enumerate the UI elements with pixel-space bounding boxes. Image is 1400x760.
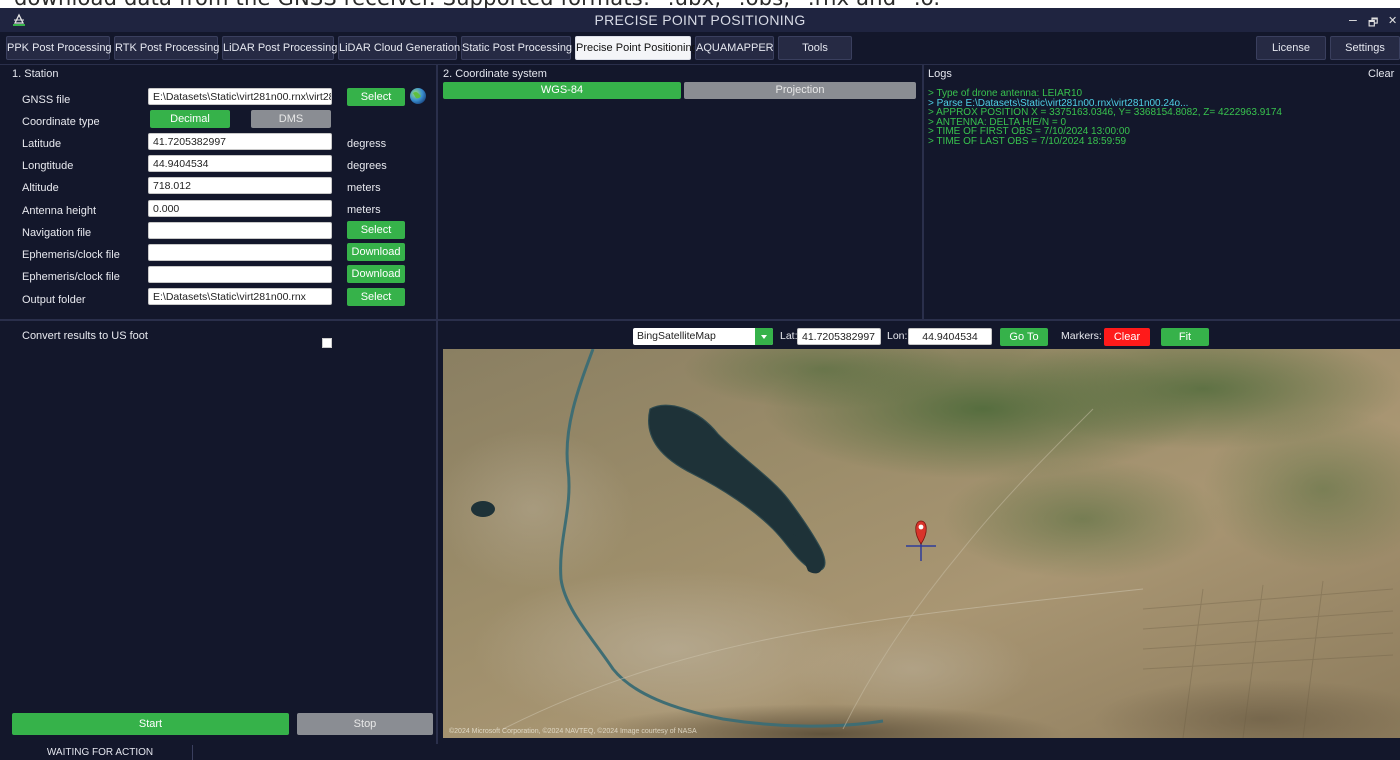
dms-toggle[interactable]: DMS (251, 110, 331, 128)
markers-label: Markers: (1061, 330, 1102, 342)
lon-label: Lon: (887, 330, 908, 342)
latitude-field[interactable]: 41.7205382997 (148, 133, 332, 150)
station-panel-title: 1. Station (12, 68, 59, 80)
coordinate-type-label: Coordinate type (22, 116, 100, 128)
map-provider-value: BingSatelliteMap (637, 330, 716, 342)
title-bar: PRECISE POINT POSITIONING – 🗗 ✕ (0, 8, 1400, 32)
map-lon-field[interactable]: 44.9404534 (908, 328, 992, 345)
gnss-file-select-button[interactable]: Select (347, 88, 405, 106)
longitude-label: Longtitude (22, 160, 74, 172)
vertical-divider-right (922, 64, 924, 320)
ephemeris-download-button-2[interactable]: Download (347, 265, 405, 283)
antenna-height-unit: meters (347, 204, 381, 216)
altitude-unit: meters (347, 182, 381, 194)
gnss-file-field[interactable]: E:\Datasets\Static\virt281n00.rnx\virt28… (148, 88, 332, 105)
start-button[interactable]: Start (12, 713, 289, 735)
tab-separator (0, 64, 1400, 65)
projection-toggle[interactable]: Projection (684, 82, 916, 99)
map-lat-field[interactable]: 41.7205382997 (797, 328, 881, 345)
lat-label: Lat: (780, 330, 798, 342)
ephemeris-file-field-2[interactable] (148, 266, 332, 283)
output-folder-field[interactable]: E:\Datasets\Static\virt281n00.rnx (148, 288, 332, 305)
logs-clear-button[interactable]: Clear (1368, 68, 1394, 80)
minimize-button[interactable]: – (1349, 11, 1357, 27)
output-folder-select-button[interactable]: Select (347, 288, 405, 306)
decimal-toggle[interactable]: Decimal (150, 110, 230, 128)
tab-settings[interactable]: Settings (1330, 36, 1400, 60)
vertical-divider-left (436, 64, 438, 744)
map-provider-dropdown[interactable]: BingSatelliteMap (633, 328, 773, 345)
convert-us-foot-label: Convert results to US foot (22, 330, 148, 342)
logs-title: Logs (928, 68, 952, 80)
chevron-down-icon[interactable] (755, 328, 773, 345)
navigation-file-select-button[interactable]: Select (347, 221, 405, 239)
tab-lidar-post-processing[interactable]: LiDAR Post Processing (222, 36, 337, 60)
go-to-button[interactable]: Go To (1000, 328, 1048, 346)
antenna-height-label: Antenna height (22, 205, 97, 217)
horizontal-divider (0, 319, 1400, 321)
map-attribution: ©2024 Microsoft Corporation, ©2024 NAVTE… (449, 727, 697, 735)
tab-lidar-cloud-generation[interactable]: LiDAR Cloud Generation (338, 36, 460, 60)
status-bar: WAITING FOR ACTION (0, 744, 1400, 760)
latitude-unit: degress (347, 138, 387, 150)
tutorial-caption: download data from the GNSS receiver. Su… (0, 0, 1400, 8)
ephemeris-file-field-1[interactable] (148, 244, 332, 261)
satellite-map[interactable]: ©2024 Microsoft Corporation, ©2024 NAVTE… (443, 349, 1400, 738)
navigation-file-label: Navigation file (22, 227, 92, 239)
status-text: WAITING FOR ACTION (8, 745, 193, 760)
tab-static-post-processing[interactable]: Static Post Processing (461, 36, 572, 60)
output-folder-label: Output folder (22, 294, 86, 306)
window-title: PRECISE POINT POSITIONING (594, 12, 806, 28)
app-window: PRECISE POINT POSITIONING – 🗗 ✕ PPK Post… (0, 8, 1400, 760)
log-line: > TIME OF LAST OBS = 7/10/2024 18:59:59 (928, 135, 1127, 147)
wgs84-toggle[interactable]: WGS-84 (443, 82, 681, 99)
tab-bar: PPK Post Processing RTK Post Processing … (0, 36, 1400, 62)
restore-button[interactable]: 🗗 (1368, 14, 1378, 33)
close-button[interactable]: ✕ (1388, 14, 1397, 27)
antenna-height-field[interactable]: 0.000 (148, 200, 332, 217)
tab-precise-point-positioning[interactable]: Precise Point Positioning (575, 36, 698, 60)
convert-us-foot-checkbox[interactable] (322, 338, 332, 348)
ephemeris-download-button-1[interactable]: Download (347, 243, 405, 261)
tab-aquamapper[interactable]: AQUAMAPPER (695, 36, 774, 60)
altitude-field[interactable]: 718.012 (148, 177, 332, 194)
tab-rtk-post-processing[interactable]: RTK Post Processing (114, 36, 219, 60)
coordinate-system-title: 2. Coordinate system (443, 68, 547, 80)
ephemeris-file-label-1: Ephemeris/clock file (22, 249, 120, 261)
globe-icon[interactable] (409, 87, 427, 105)
stop-button[interactable]: Stop (297, 713, 433, 735)
ephemeris-file-label-2: Ephemeris/clock file (22, 271, 120, 283)
log-output: > Type of drone antenna: LEIAR10 > Parse … (928, 89, 1388, 147)
tab-ppk-post-processing[interactable]: PPK Post Processing (6, 36, 112, 60)
altitude-label: Altitude (22, 182, 59, 194)
clear-markers-button[interactable]: Clear (1104, 328, 1150, 346)
longitude-field[interactable]: 44.9404534 (148, 155, 332, 172)
fit-button[interactable]: Fit (1161, 328, 1209, 346)
gnss-file-label: GNSS file (22, 94, 71, 106)
latitude-label: Latitude (22, 138, 62, 150)
tab-tools[interactable]: Tools (778, 36, 852, 60)
tab-license[interactable]: License (1256, 36, 1326, 60)
navigation-file-field[interactable] (148, 222, 332, 239)
longitude-unit: degrees (347, 160, 387, 172)
